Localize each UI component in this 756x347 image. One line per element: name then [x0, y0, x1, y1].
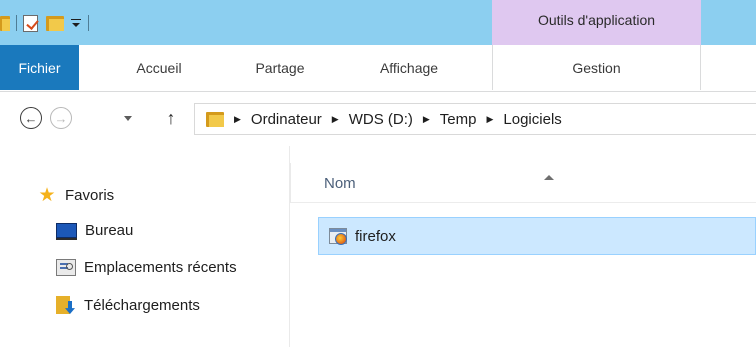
downloads-icon	[56, 296, 76, 314]
navigation-bar: ← → ↑ ▶ Ordinateur ▶ WDS (D:) ▶ Temp ▶ L…	[0, 92, 756, 146]
tab-view[interactable]: Affichage	[360, 45, 458, 90]
list-item[interactable]: firefox	[318, 217, 756, 255]
folder-icon	[206, 111, 224, 127]
nav-item-desktop[interactable]: Bureau	[56, 222, 134, 240]
column-separator[interactable]	[290, 163, 291, 203]
ribbon-tabs: Fichier Accueil Partage Affichage Gestio…	[0, 45, 756, 92]
new-folder-icon[interactable]	[46, 15, 64, 31]
qat-separator	[16, 15, 17, 31]
breadcrumb-item[interactable]: WDS (D:)	[349, 111, 413, 128]
tab-share[interactable]: Partage	[236, 45, 324, 90]
breadcrumb-arrow-icon[interactable]: ▶	[234, 114, 241, 125]
up-button[interactable]: ↑	[160, 106, 182, 130]
address-bar[interactable]: ▶ Ordinateur ▶ WDS (D:) ▶ Temp ▶ Logicie…	[194, 103, 756, 135]
tab-manage[interactable]: Gestion	[492, 45, 701, 90]
properties-icon[interactable]	[23, 14, 39, 32]
title-bar: Outils d'application	[0, 0, 756, 45]
nav-item-recent-places[interactable]: Emplacements récents	[56, 259, 237, 276]
installer-icon	[329, 226, 349, 246]
nav-item-label: Téléchargements	[84, 296, 200, 314]
breadcrumb-arrow-icon[interactable]: ▶	[423, 114, 430, 125]
tab-home[interactable]: Accueil	[119, 45, 199, 90]
nav-item-favorites[interactable]: ★ Favoris	[37, 186, 114, 205]
breadcrumb-arrow-icon[interactable]: ▶	[332, 114, 339, 125]
arrow-right-circle-icon: →	[54, 110, 68, 126]
breadcrumb-item[interactable]: Ordinateur	[251, 111, 322, 128]
desktop-icon	[56, 223, 77, 240]
customize-dropdown-icon[interactable]	[70, 17, 82, 29]
breadcrumb-arrow-icon[interactable]: ▶	[486, 114, 493, 125]
breadcrumb-item[interactable]: Temp	[440, 111, 477, 128]
contextual-tab-header: Outils d'application	[492, 0, 701, 45]
star-icon: ★	[38, 185, 56, 206]
nav-item-label: Emplacements récents	[84, 259, 237, 276]
arrow-left-circle-icon: ←	[24, 110, 38, 126]
forward-button[interactable]: →	[50, 107, 72, 129]
file-name: firefox	[355, 227, 396, 245]
nav-item-label: Bureau	[85, 222, 134, 239]
quick-access-toolbar	[0, 6, 95, 40]
sort-ascending-icon	[544, 175, 554, 180]
nav-item-label: Favoris	[65, 187, 115, 204]
column-header: Nom	[290, 163, 756, 203]
recent-locations-dropdown-icon[interactable]	[124, 116, 132, 121]
tab-file[interactable]: Fichier	[0, 45, 79, 90]
column-header-name[interactable]: Nom	[324, 175, 356, 192]
recent-places-icon	[56, 259, 76, 276]
navigation-pane: ★ Favoris Bureau Emplacements récents Té…	[0, 146, 288, 347]
folder-icon[interactable]	[0, 15, 10, 31]
breadcrumb-item[interactable]: Logiciels	[503, 111, 561, 128]
qat-separator	[88, 15, 89, 31]
back-button[interactable]: ←	[20, 107, 42, 129]
arrow-up-icon: ↑	[166, 107, 176, 128]
nav-item-downloads[interactable]: Téléchargements	[56, 296, 200, 314]
